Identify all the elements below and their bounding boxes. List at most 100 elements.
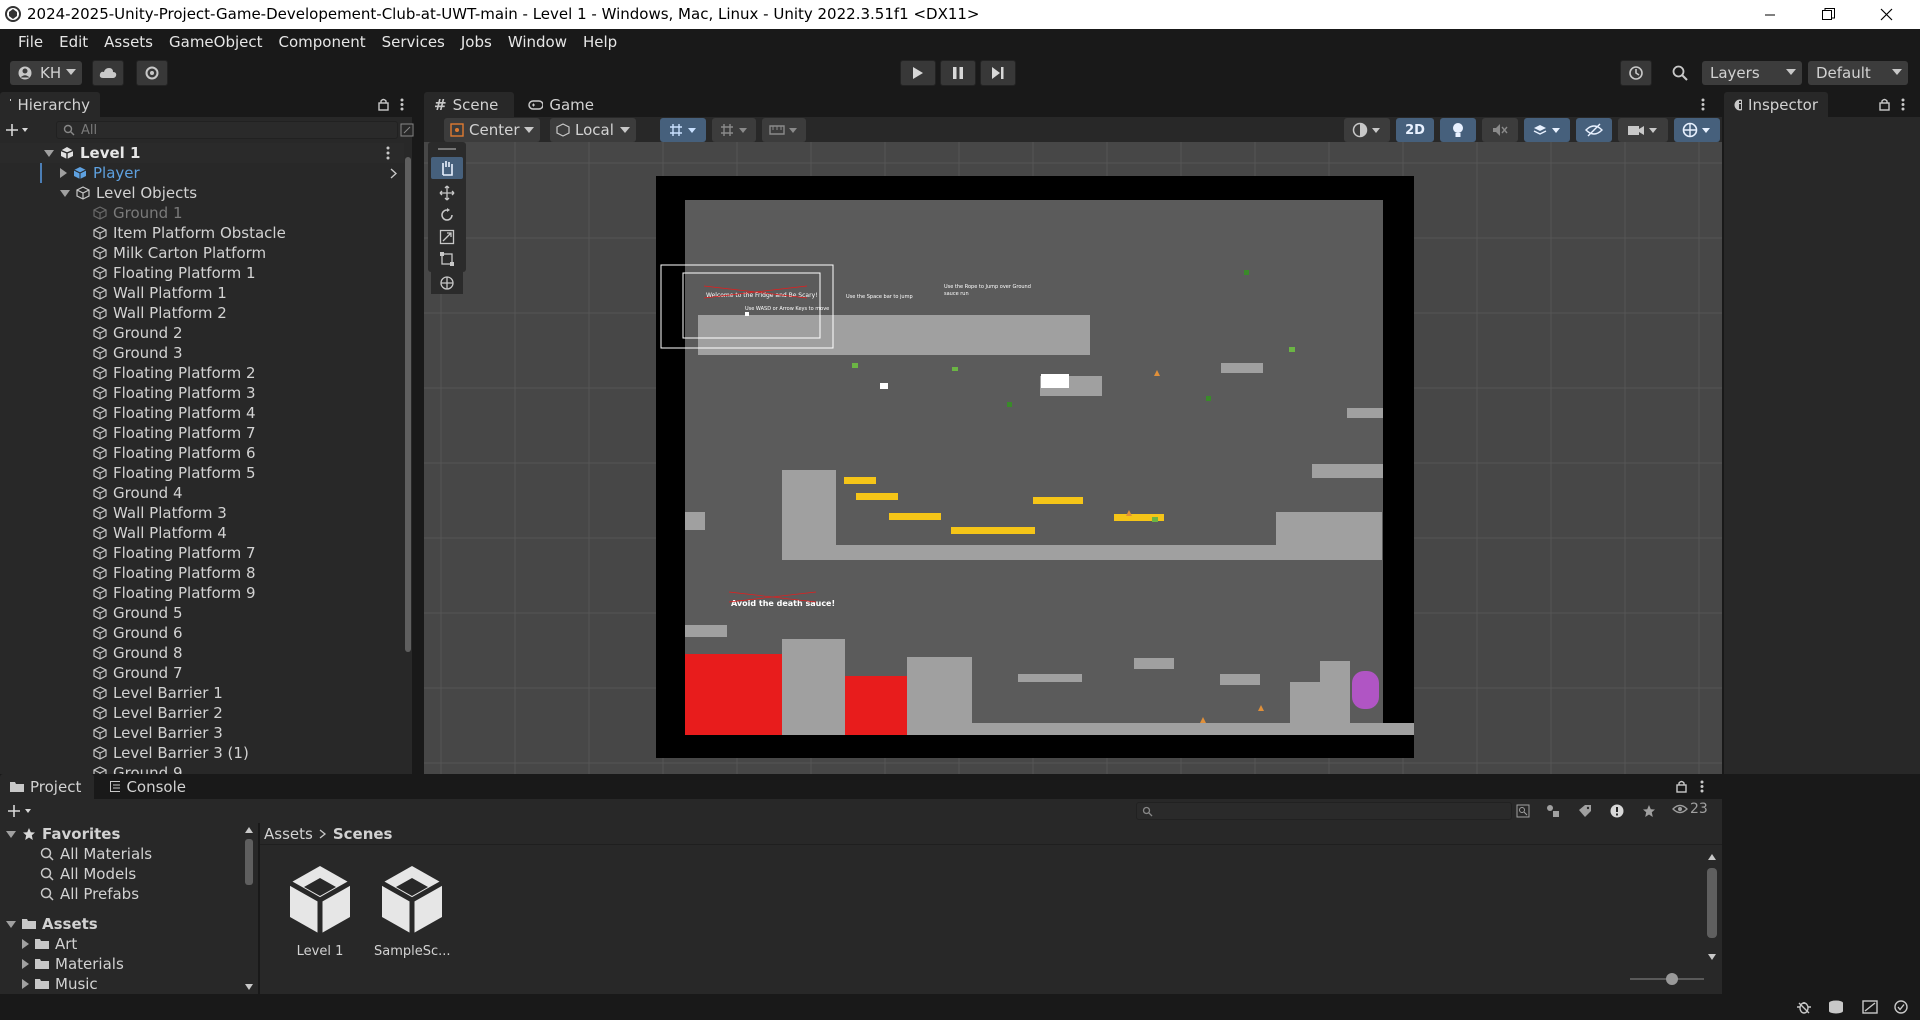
chevron-right-icon[interactable] bbox=[390, 168, 397, 179]
breadcrumb-assets[interactable]: Assets bbox=[264, 825, 313, 843]
space-dropdown[interactable]: Local bbox=[550, 118, 636, 142]
folder-music[interactable]: Music bbox=[22, 974, 98, 994]
tab-hierarchy[interactable]: Hierarchy bbox=[0, 92, 100, 117]
filter-by-type-icon[interactable] bbox=[1546, 804, 1560, 818]
tag-icon[interactable] bbox=[1578, 804, 1592, 818]
pause-button[interactable] bbox=[940, 60, 976, 86]
hierarchy-item[interactable]: Wall Platform 4 bbox=[0, 523, 404, 543]
level-barrier-2[interactable] bbox=[1290, 682, 1320, 723]
bug-enemy[interactable] bbox=[1007, 402, 1012, 407]
floating-platform-6[interactable] bbox=[1033, 497, 1083, 504]
floating-platform-2[interactable] bbox=[844, 477, 876, 484]
wall-platform-4[interactable] bbox=[685, 512, 705, 530]
icon-size-slider[interactable] bbox=[1630, 973, 1704, 985]
floating-platform-3[interactable] bbox=[856, 493, 898, 500]
warning-filter-icon[interactable] bbox=[1610, 804, 1624, 818]
milk-carton-platform[interactable] bbox=[1041, 374, 1069, 388]
filter-icon[interactable] bbox=[400, 123, 414, 137]
hierarchy-item[interactable]: Ground 9 bbox=[0, 763, 404, 774]
hierarchy-item-player[interactable]: Player bbox=[0, 163, 404, 183]
tab-game[interactable]: Game bbox=[518, 92, 604, 117]
menu-gameobject[interactable]: GameObject bbox=[161, 33, 271, 51]
level-barrier-3[interactable] bbox=[1320, 661, 1350, 723]
breadcrumb-scenes[interactable]: Scenes bbox=[333, 825, 393, 843]
star-icon[interactable] bbox=[1642, 804, 1656, 818]
project-search-input[interactable] bbox=[1136, 802, 1512, 820]
menu-edit[interactable]: Edit bbox=[51, 33, 96, 51]
ground-7[interactable] bbox=[972, 723, 1414, 735]
bug-enemy[interactable] bbox=[1244, 270, 1249, 275]
menu-help[interactable]: Help bbox=[575, 33, 625, 51]
lock-icon[interactable] bbox=[378, 98, 389, 111]
search-button[interactable] bbox=[1664, 60, 1696, 86]
player-sprite[interactable] bbox=[745, 312, 749, 316]
hierarchy-item[interactable]: Floating Platform 4 bbox=[0, 403, 404, 423]
scrollbar-thumb[interactable] bbox=[245, 839, 253, 885]
wall-platform-2[interactable] bbox=[1312, 464, 1383, 478]
hierarchy-item[interactable]: Level Barrier 2 bbox=[0, 703, 404, 723]
expand-arrow-icon[interactable] bbox=[6, 920, 16, 928]
kebab-menu-icon[interactable] bbox=[386, 146, 390, 160]
goal-portal[interactable] bbox=[1352, 671, 1379, 709]
collab-button[interactable] bbox=[136, 60, 168, 86]
floating-platform-4[interactable] bbox=[889, 513, 941, 520]
expand-arrow-icon[interactable] bbox=[60, 189, 70, 197]
floating-platform-1[interactable] bbox=[1221, 363, 1263, 373]
tab-console[interactable]: Console bbox=[100, 774, 196, 799]
hierarchy-item[interactable]: Item Platform Obstacle bbox=[0, 223, 404, 243]
hierarchy-item[interactable]: Floating Platform 7 bbox=[0, 543, 404, 563]
favorite-all-models[interactable]: All Models bbox=[40, 864, 136, 884]
hidden-packages-counter[interactable]: 23 bbox=[1672, 801, 1708, 817]
kebab-menu-icon[interactable] bbox=[1901, 98, 1905, 111]
restore-button[interactable] bbox=[1800, 0, 1856, 29]
hierarchy-item[interactable]: Level Barrier 3 bbox=[0, 723, 404, 743]
hierarchy-item[interactable]: Wall Platform 3 bbox=[0, 503, 404, 523]
expand-arrow-icon[interactable] bbox=[6, 830, 16, 838]
hint-text[interactable]: Use the Rope to Jump over Ground bbox=[944, 284, 1031, 290]
camera-dropdown[interactable] bbox=[1618, 118, 1668, 142]
ground-1[interactable] bbox=[698, 315, 1090, 355]
favorite-all-materials[interactable]: All Materials bbox=[40, 844, 152, 864]
rect-tool-button[interactable] bbox=[431, 249, 463, 269]
hierarchy-item[interactable]: Floating Platform 7 bbox=[0, 423, 404, 443]
project-splitter[interactable] bbox=[258, 823, 260, 994]
jump-text[interactable]: Use the Space bar to jump bbox=[846, 294, 913, 300]
plus-dropdown-icon[interactable] bbox=[8, 804, 38, 818]
transform-tool-button[interactable] bbox=[431, 272, 463, 294]
bug-enemy[interactable] bbox=[852, 363, 858, 368]
toggle-2d-button[interactable]: 2D bbox=[1396, 118, 1434, 142]
scene-row-level-1[interactable]: Level 1 bbox=[0, 143, 404, 163]
scale-tool-button[interactable] bbox=[431, 227, 463, 247]
tab-scene[interactable]: # Scene bbox=[424, 92, 514, 117]
hierarchy-item[interactable]: Ground 3 bbox=[0, 343, 404, 363]
create-dropdown[interactable] bbox=[6, 121, 40, 139]
hierarchy-item[interactable]: Floating Platform 6 bbox=[0, 443, 404, 463]
audio-toggle[interactable] bbox=[1482, 118, 1518, 142]
move-text[interactable]: Use WASD or Arrow Keys to move bbox=[745, 306, 829, 312]
tab-inspector[interactable]: Inspector bbox=[1724, 92, 1828, 117]
layout-dropdown[interactable]: Default bbox=[1808, 61, 1908, 85]
grid-snap-toggle[interactable] bbox=[660, 118, 706, 142]
tab-project[interactable]: Project bbox=[0, 774, 94, 799]
asset-level-1[interactable]: Level 1 bbox=[282, 864, 362, 964]
hierarchy-item[interactable]: Floating Platform 8 bbox=[0, 563, 404, 583]
cache-server-icon[interactable] bbox=[1828, 1000, 1844, 1014]
ground-3[interactable] bbox=[782, 470, 836, 560]
hierarchy-item[interactable]: Ground 7 bbox=[0, 663, 404, 683]
assets-root-folder[interactable]: Assets bbox=[6, 914, 98, 934]
level-barrier-1[interactable] bbox=[1220, 674, 1260, 685]
hierarchy-item[interactable]: Floating Platform 3 bbox=[0, 383, 404, 403]
scroll-down-icon[interactable] bbox=[1708, 954, 1716, 960]
hierarchy-scrollbar[interactable] bbox=[404, 143, 412, 774]
item-platform-obstacle[interactable] bbox=[880, 383, 888, 389]
hierarchy-item[interactable]: Floating Platform 1 bbox=[0, 263, 404, 283]
death-sauce-warning-text[interactable]: Avoid the death sauce! bbox=[731, 599, 835, 608]
scene-visibility-toggle[interactable] bbox=[1576, 118, 1612, 142]
lock-icon[interactable] bbox=[1879, 98, 1890, 111]
expand-arrow-icon[interactable] bbox=[22, 979, 29, 989]
gizmos-dropdown[interactable] bbox=[1674, 118, 1720, 142]
hierarchy-item[interactable]: Level Barrier 3 (1) bbox=[0, 743, 404, 763]
folder-materials[interactable]: Materials bbox=[22, 954, 124, 974]
hierarchy-item[interactable]: Ground 4 bbox=[0, 483, 404, 503]
ground-6[interactable] bbox=[782, 639, 845, 735]
